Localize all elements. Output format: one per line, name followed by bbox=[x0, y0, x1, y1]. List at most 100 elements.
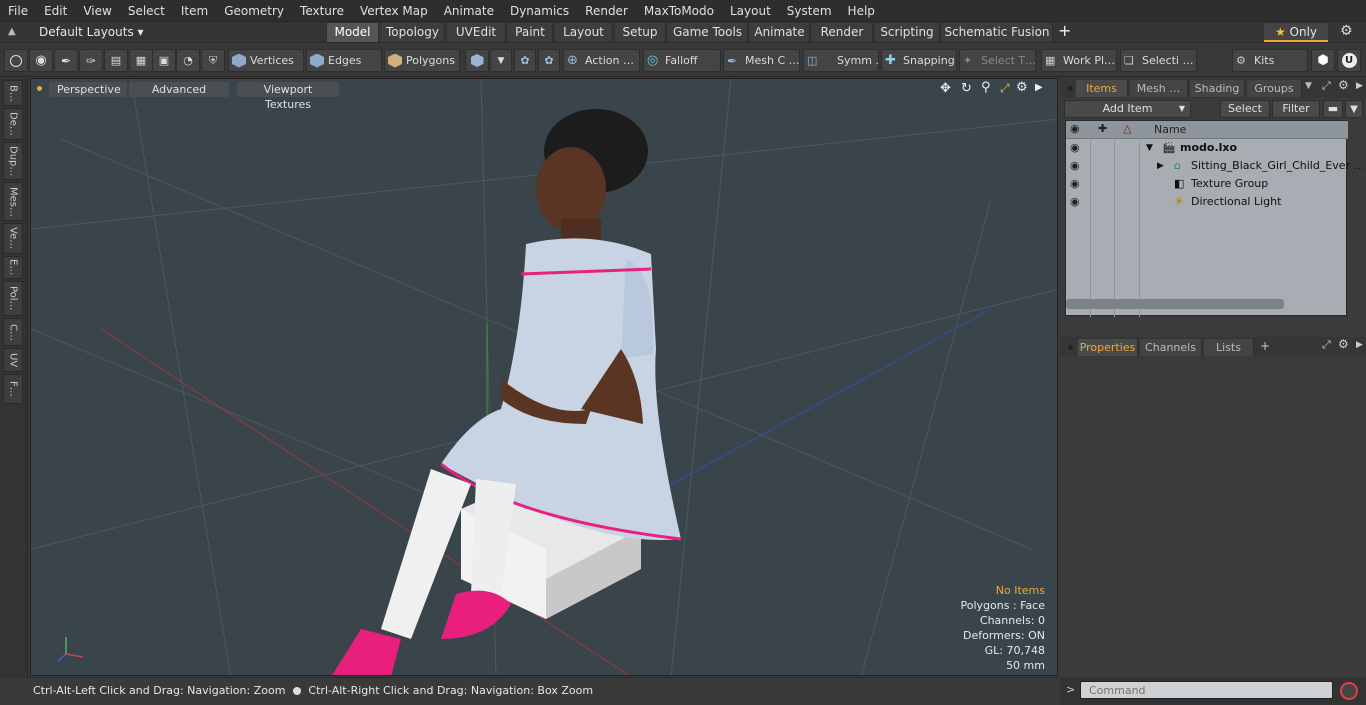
snapping-button[interactable]: ✚ Snapping bbox=[881, 49, 957, 72]
tab-render[interactable]: Render bbox=[812, 23, 873, 42]
symmetry-y-button[interactable]: ✿ bbox=[538, 49, 560, 72]
mode-dropdown[interactable]: ▼ bbox=[490, 49, 512, 72]
menu-item-texture[interactable]: Texture bbox=[292, 4, 352, 18]
record-macro-icon[interactable] bbox=[1340, 682, 1358, 700]
tab-mesh[interactable]: Mesh … bbox=[1130, 80, 1188, 97]
symmetry-button[interactable]: ◫ Symm … bbox=[803, 49, 879, 72]
polygons-button[interactable]: Polygons bbox=[384, 49, 460, 72]
panel-dropdown-icon[interactable]: ▼ bbox=[1305, 81, 1312, 91]
side-tab-8[interactable]: UV bbox=[3, 348, 23, 372]
edges-button[interactable]: Edges bbox=[306, 49, 382, 72]
work-plane-button[interactable]: ▦ Work Pl… bbox=[1041, 49, 1117, 72]
tab-properties[interactable]: Properties bbox=[1078, 339, 1138, 356]
tab-shading[interactable]: Shading bbox=[1190, 80, 1245, 97]
menu-item-animate[interactable]: Animate bbox=[436, 4, 502, 18]
list-item[interactable]: ◉ ▼ 🎬 modo.lxo bbox=[1066, 139, 1348, 157]
item-mode-button[interactable]: ⛨ bbox=[201, 49, 225, 72]
default-layouts-dropdown[interactable]: Default Layouts ▾ bbox=[39, 25, 144, 39]
menu-item-select[interactable]: Select bbox=[120, 4, 173, 18]
menu-item-edit[interactable]: Edit bbox=[36, 4, 75, 18]
pen-tool[interactable]: ✒ bbox=[54, 49, 78, 72]
eye-icon[interactable]: ◉ bbox=[1070, 157, 1080, 175]
material-mode-button[interactable] bbox=[465, 49, 489, 72]
add-tab-button[interactable]: + bbox=[1260, 339, 1270, 353]
frame-tool[interactable]: ▣ bbox=[152, 49, 176, 72]
tab-groups[interactable]: Groups bbox=[1247, 80, 1302, 97]
tab-animate[interactable]: Animate bbox=[750, 23, 810, 42]
menu-item-view[interactable]: View bbox=[75, 4, 119, 18]
side-tab-7[interactable]: C… bbox=[3, 318, 23, 346]
action-center-button[interactable]: ⊕ Action … bbox=[563, 49, 640, 72]
menu-item-file[interactable]: File bbox=[0, 4, 36, 18]
filter-button[interactable]: Filter bbox=[1272, 100, 1320, 118]
tab-uvedit[interactable]: UVEdit bbox=[447, 23, 506, 42]
snap-circle-tool[interactable]: ◔ bbox=[176, 49, 200, 72]
panel-settings-icon[interactable]: ⚙ bbox=[1338, 337, 1349, 351]
align-tool[interactable]: ▤ bbox=[104, 49, 128, 72]
layout-collapse-icon[interactable]: ▲ bbox=[8, 26, 20, 38]
menu-item-layout[interactable]: Layout bbox=[722, 4, 779, 18]
menu-item-help[interactable]: Help bbox=[840, 4, 883, 18]
tab-layout[interactable]: Layout bbox=[555, 23, 613, 42]
tab-game-tools[interactable]: Game Tools bbox=[668, 23, 748, 42]
menu-item-vertex-map[interactable]: Vertex Map bbox=[352, 4, 436, 18]
side-tab-3[interactable]: Mes… bbox=[3, 182, 23, 221]
tab-topology[interactable]: Topology bbox=[381, 23, 445, 42]
viewport-textures-button[interactable]: Viewport Textures bbox=[237, 82, 339, 111]
side-tab-6[interactable]: Pol… bbox=[3, 281, 23, 316]
menu-item-dynamics[interactable]: Dynamics bbox=[502, 4, 577, 18]
only-button[interactable]: ★ Only bbox=[1264, 23, 1328, 42]
add-item-button[interactable]: Add Item ▼ bbox=[1064, 100, 1191, 118]
tab-lists[interactable]: Lists bbox=[1204, 339, 1254, 356]
viewport-menu-arrow-icon[interactable]: ▶ bbox=[1035, 82, 1043, 93]
menu-item-system[interactable]: System bbox=[779, 4, 840, 18]
side-tab-5[interactable]: E… bbox=[3, 256, 23, 279]
tab-schematic-fusion[interactable]: Schematic Fusion bbox=[942, 23, 1053, 42]
falloff-button[interactable]: ◎ Falloff bbox=[643, 49, 721, 72]
brush-tool[interactable]: ✑ bbox=[79, 49, 103, 72]
tab-scripting[interactable]: Scripting bbox=[875, 23, 940, 42]
side-tab-4[interactable]: Ve… bbox=[3, 223, 23, 254]
collapse-list-button[interactable]: ▬ bbox=[1323, 100, 1343, 118]
list-item[interactable]: ◉ ☀ Directional Light bbox=[1066, 193, 1348, 211]
zoom-view-icon[interactable]: ⚲ bbox=[981, 80, 991, 95]
globe-tool[interactable]: ◉ bbox=[29, 49, 53, 72]
grid-tool[interactable]: ▦ bbox=[129, 49, 153, 72]
expand-triangle-icon[interactable]: ▶ bbox=[1157, 157, 1164, 175]
symmetry-x-button[interactable]: ✿ bbox=[514, 49, 536, 72]
filter-funnel-button[interactable]: ▼ bbox=[1345, 100, 1363, 118]
maximize-view-icon[interactable]: ⤢ bbox=[1000, 81, 1010, 96]
advanced-button[interactable]: Advanced bbox=[129, 82, 229, 97]
tab-model[interactable]: Model bbox=[327, 23, 379, 42]
move-view-icon[interactable]: ✥ bbox=[940, 81, 951, 96]
side-tab-9[interactable]: F… bbox=[3, 374, 23, 404]
list-item[interactable]: ◉ ▶ ⌂ Sitting_Black_Girl_Child_Ever … bbox=[1066, 157, 1365, 175]
select-through-button[interactable]: ✦ Select T… bbox=[959, 49, 1036, 72]
menu-item-render[interactable]: Render bbox=[577, 4, 636, 18]
select-button[interactable]: Select bbox=[1220, 100, 1270, 118]
tab-paint[interactable]: Paint bbox=[508, 23, 553, 42]
panel-expand-icon[interactable]: ⤢ bbox=[1322, 79, 1331, 93]
panel-arrow-icon[interactable]: ▶ bbox=[1356, 340, 1363, 350]
panel-expand-icon[interactable]: ⤢ bbox=[1322, 338, 1331, 352]
unreal-button[interactable]: U bbox=[1337, 49, 1361, 72]
perspective-button[interactable]: Perspective bbox=[49, 82, 127, 97]
tab-setup[interactable]: Setup bbox=[615, 23, 666, 42]
rotate-view-icon[interactable]: ↻ bbox=[961, 81, 972, 96]
3d-viewport[interactable]: Perspective Advanced Viewport Textures ✥… bbox=[30, 78, 1058, 676]
kits-button[interactable]: ⚙ Kits bbox=[1232, 49, 1308, 72]
add-tab-button[interactable]: + bbox=[1058, 21, 1071, 40]
selection-sets-button[interactable]: ❏ Selecti … bbox=[1120, 49, 1197, 72]
side-tab-1[interactable]: De… bbox=[3, 108, 23, 140]
menu-item-geometry[interactable]: Geometry bbox=[216, 4, 292, 18]
unity-button[interactable]: ⬢ bbox=[1311, 49, 1335, 72]
settings-gear-icon[interactable]: ⚙ bbox=[1340, 23, 1353, 39]
command-input[interactable] bbox=[1080, 681, 1333, 699]
panel-settings-icon[interactable]: ⚙ bbox=[1338, 78, 1349, 92]
mesh-constraints-button[interactable]: ✒ Mesh C … bbox=[723, 49, 800, 72]
list-item[interactable]: ◉ ◧ Texture Group bbox=[1066, 175, 1348, 193]
side-tab-0[interactable]: B… bbox=[3, 80, 23, 106]
tab-items[interactable]: Items bbox=[1076, 80, 1128, 97]
tab-channels[interactable]: Channels bbox=[1140, 339, 1202, 356]
menu-item-item[interactable]: Item bbox=[173, 4, 216, 18]
